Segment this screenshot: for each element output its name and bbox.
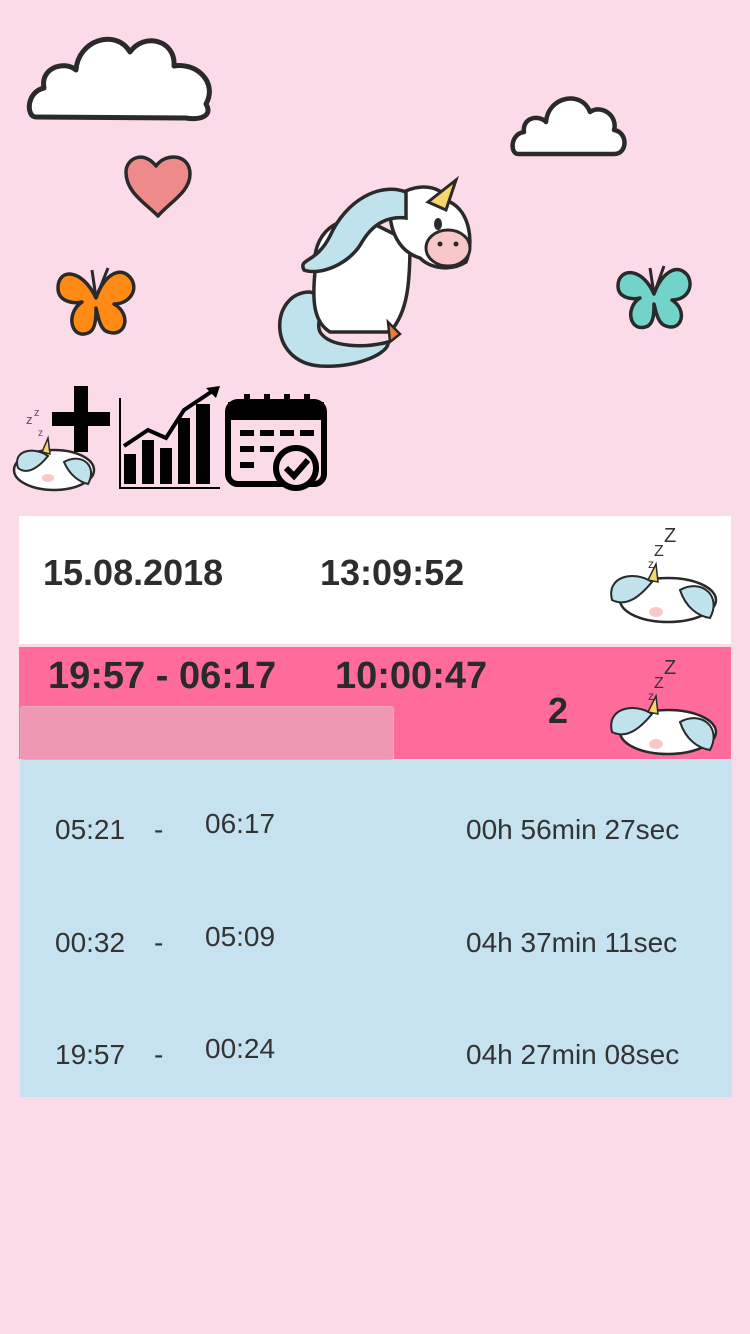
session-end: 00:24 — [205, 1033, 276, 1064]
session-duration: 04h 27min 08sec — [466, 1039, 680, 1070]
sleeping-unicorn-icon: Z Z z — [604, 524, 722, 626]
session-duration: 00h 56min 27sec — [466, 814, 680, 845]
summary-time-range: 19:57 - 06:17 — [48, 655, 277, 697]
calendar-check-icon — [225, 394, 327, 491]
plus-icon — [52, 386, 110, 452]
heart-icon — [122, 150, 194, 220]
cloud-icon — [26, 22, 218, 122]
cloud-icon — [510, 82, 628, 160]
summary-total-duration: 10:00:47 — [335, 655, 488, 697]
current-date: 15.08.2018 — [43, 552, 224, 593]
session-separator: - — [154, 814, 164, 845]
svg-text:z: z — [38, 428, 43, 439]
session-start: 05:21 — [55, 814, 126, 845]
current-time: 13:09:52 — [320, 552, 465, 593]
list-item[interactable]: 00:32 - 05:09 04h 37min 11sec — [20, 885, 732, 997]
add-sleep-button[interactable] — [50, 384, 112, 454]
session-duration: 04h 37min 11sec — [466, 927, 678, 958]
calendar-button[interactable] — [224, 392, 328, 492]
chart-icon — [119, 386, 220, 489]
svg-text:Z: Z — [654, 543, 664, 560]
butterfly-icon — [52, 258, 142, 344]
summary-wake-count: 2 — [548, 690, 569, 731]
sleep-progress-bar — [20, 706, 394, 760]
statistics-button[interactable] — [114, 384, 222, 490]
list-item[interactable]: 19:57 - 00:24 04h 27min 08sec — [20, 997, 732, 1109]
session-start: 19:57 — [55, 1039, 126, 1070]
sleeping-unicorn-icon: Z Z z — [604, 656, 722, 758]
session-end: 05:09 — [205, 921, 276, 952]
session-separator: - — [154, 1039, 164, 1070]
session-separator: - — [154, 927, 164, 958]
session-start: 00:32 — [55, 927, 126, 958]
session-end: 06:17 — [205, 808, 276, 839]
svg-text:z: z — [26, 412, 33, 427]
svg-text:z: z — [34, 407, 40, 419]
list-item[interactable]: 05:21 - 06:17 00h 56min 27sec — [20, 772, 732, 884]
svg-text:Z: Z — [664, 657, 676, 679]
svg-text:Z: Z — [664, 525, 676, 547]
unicorn-illustration — [270, 172, 485, 372]
svg-text:Z: Z — [654, 675, 664, 692]
butterfly-icon — [612, 256, 696, 336]
